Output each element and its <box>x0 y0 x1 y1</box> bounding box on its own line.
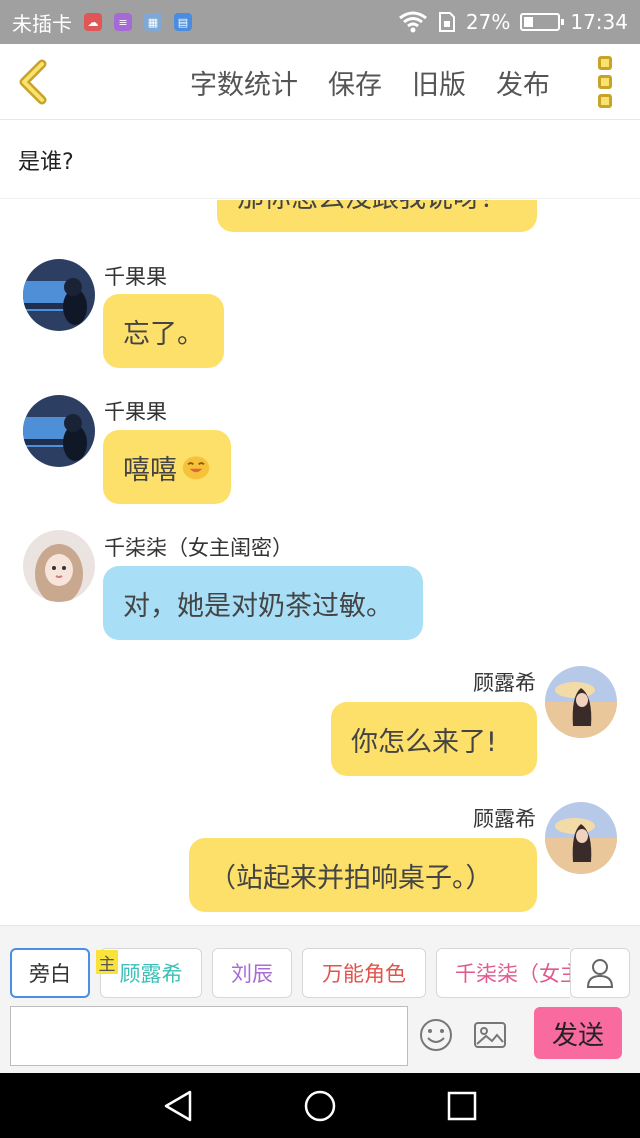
message-text: 嘻嘻 <box>123 454 177 486</box>
system-nav-bar <box>0 1073 640 1138</box>
avatar[interactable] <box>545 666 617 738</box>
message-notification-icon: ≡ <box>114 13 132 31</box>
role-label: 万能角色 <box>322 962 406 986</box>
role-label: 旁白 <box>29 962 71 986</box>
carrier-label: 未插卡 <box>12 11 72 36</box>
message-text: （站起来并拍响桌子。） <box>209 862 493 894</box>
app-notification-icon: ☁ <box>84 13 102 31</box>
word-count-button[interactable]: 字数统计 <box>190 63 298 102</box>
role-qian-qiqi[interactable]: 千柒柒（女主闺密） <box>436 948 570 998</box>
avatar[interactable] <box>23 530 95 602</box>
avatar[interactable] <box>23 259 95 331</box>
character-manage-button[interactable] <box>570 948 630 998</box>
sender-name: 千果果 <box>104 400 167 424</box>
role-label: 刘辰 <box>231 962 273 986</box>
nav-back-icon[interactable] <box>160 1089 196 1123</box>
sim-icon <box>438 12 455 32</box>
emoji-icon[interactable] <box>418 1017 454 1053</box>
message-bubble[interactable]: 嘻嘻 <box>103 430 231 504</box>
role-narration[interactable]: 旁白 <box>10 948 90 998</box>
role-selector: 旁白 顾露希 刘辰 万能角色 千柒柒（女主闺密） <box>10 948 570 1000</box>
sender-name: 顾露希 <box>473 807 536 831</box>
message-text: 对，她是对奶茶过敏。 <box>123 590 393 622</box>
avatar[interactable] <box>545 802 617 874</box>
nav-home-icon[interactable] <box>302 1089 338 1123</box>
message-bubble[interactable]: 你怎么来了! <box>331 702 537 776</box>
image-icon[interactable] <box>472 1017 508 1053</box>
role-label: 千柒柒（女主闺密） <box>455 962 570 986</box>
more-menu-icon[interactable] <box>598 56 618 108</box>
publish-button[interactable]: 发布 <box>496 63 550 102</box>
nav-recents-icon[interactable] <box>445 1089 479 1123</box>
chat-area[interactable]: 那你怎么没跟我说呀？ 千果果 忘了。 千果果 嘻嘻 千柒柒（女主闺密） 对，她是… <box>0 200 640 925</box>
message-input[interactable] <box>10 1006 408 1066</box>
person-icon <box>586 959 614 988</box>
main-character-tag: 主 <box>96 950 118 975</box>
app2-notification-icon: ▤ <box>174 13 192 31</box>
message-text: 你怎么来了! <box>351 726 497 758</box>
message-bubble[interactable]: 忘了。 <box>103 294 224 368</box>
send-button[interactable]: 发送 <box>534 1007 622 1059</box>
role-label: 顾露希 <box>119 962 183 986</box>
message-text: 那你怎么没跟我说呀？ <box>237 200 507 215</box>
top-nav: 字数统计 保存 旧版 发布 <box>0 44 640 120</box>
grin-emoji-icon <box>182 456 210 480</box>
chapter-title: 是谁? <box>0 121 640 199</box>
status-bar: 未插卡 ☁ ≡ ▦ ▤ 27% 17:34 <box>0 0 640 44</box>
role-liu-chen[interactable]: 刘辰 <box>212 948 292 998</box>
sender-name: 千柒柒（女主闺密） <box>104 536 293 560</box>
message-bubble[interactable]: 对，她是对奶茶过敏。 <box>103 566 423 640</box>
old-version-button[interactable]: 旧版 <box>412 63 466 102</box>
avatar[interactable] <box>23 395 95 467</box>
battery-icon <box>520 13 565 31</box>
battery-percent: 27% <box>465 10 511 34</box>
image-notification-icon: ▦ <box>144 13 162 31</box>
role-universal[interactable]: 万能角色 <box>302 948 426 998</box>
save-button[interactable]: 保存 <box>328 63 382 102</box>
message-bubble[interactable]: （站起来并拍响桌子。） <box>189 838 537 912</box>
sender-name: 千果果 <box>104 265 167 289</box>
input-panel: 旁白 顾露希 刘辰 万能角色 千柒柒（女主闺密） 发送 <box>0 925 640 1073</box>
message-text: 忘了。 <box>123 318 204 350</box>
message-bubble-partial[interactable]: 那你怎么没跟我说呀？ <box>217 200 537 232</box>
wifi-icon <box>398 11 427 33</box>
sender-name: 顾露希 <box>473 671 536 695</box>
clock: 17:34 <box>570 10 628 34</box>
back-arrow-icon[interactable] <box>14 58 54 106</box>
